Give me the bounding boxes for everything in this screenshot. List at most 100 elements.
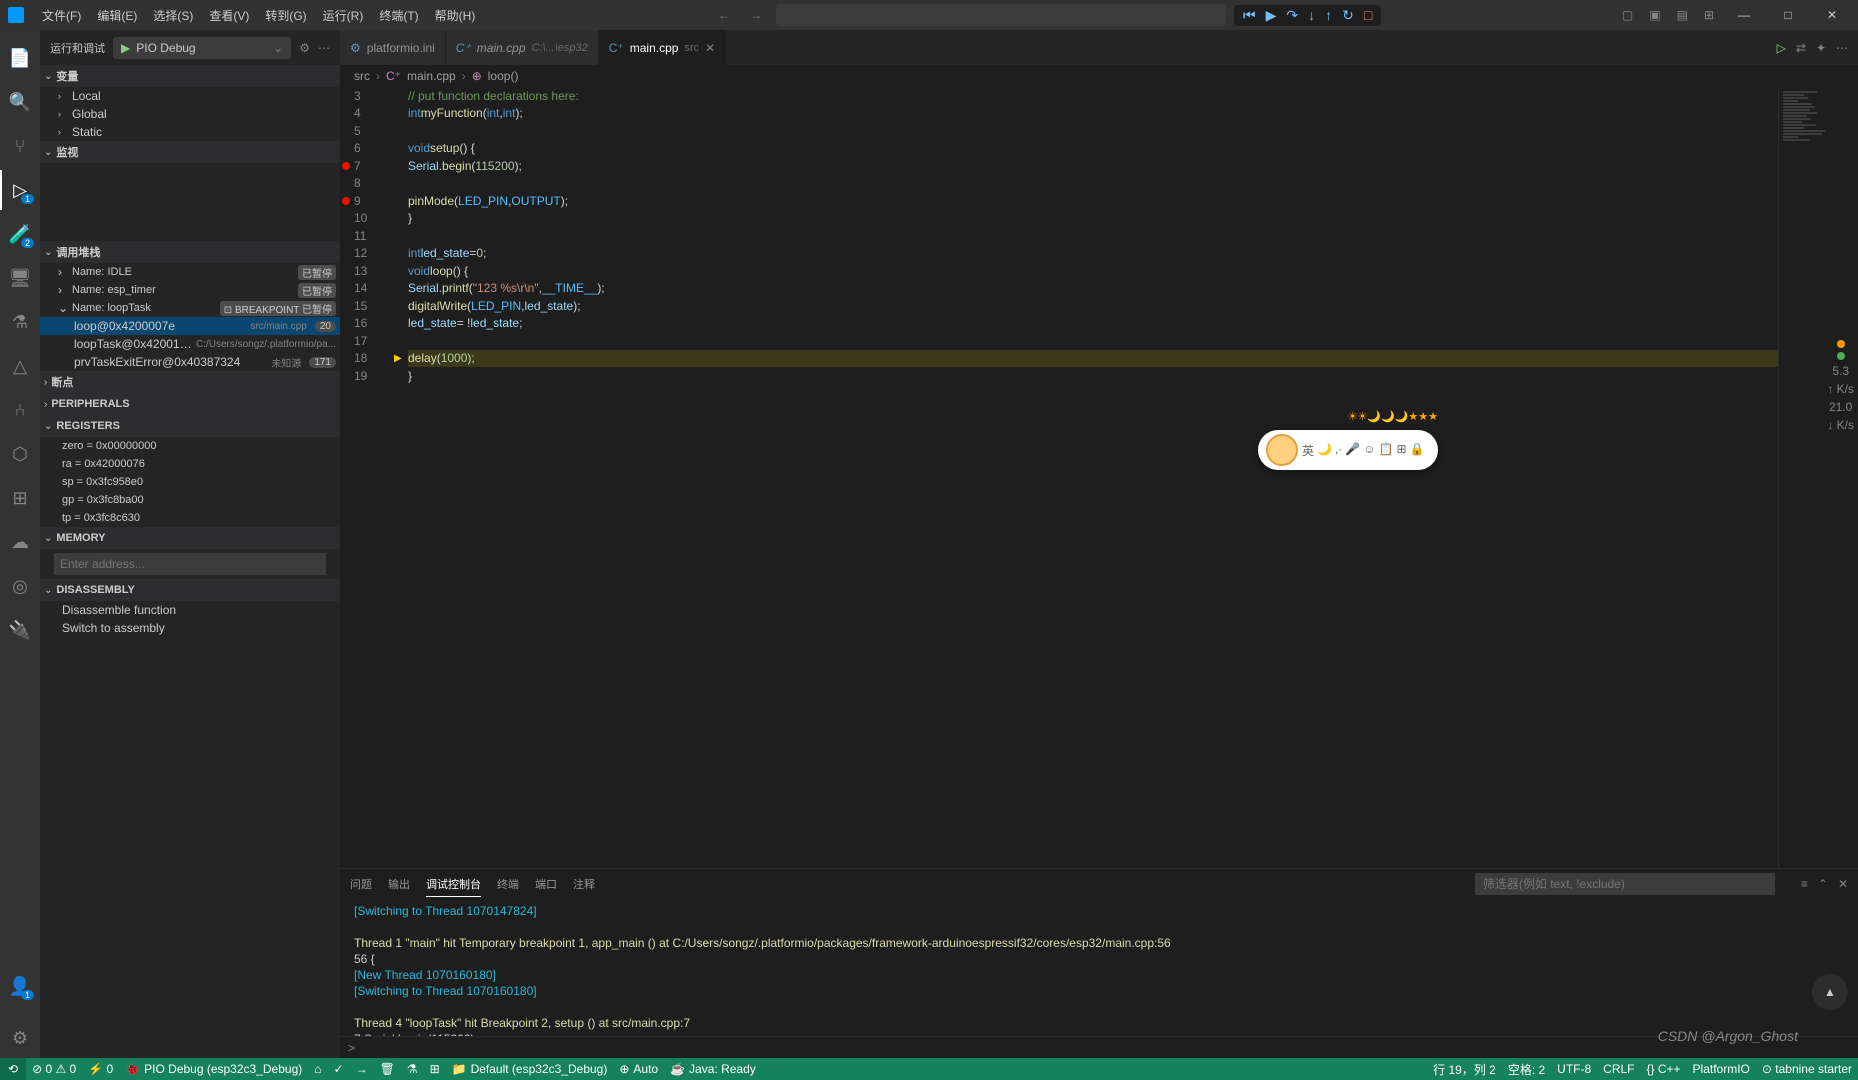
editor-tab[interactable]: ⚙platformio.ini (340, 30, 446, 65)
minimap[interactable] (1778, 87, 1858, 868)
register-item[interactable]: gp = 0x3fc8ba00 (40, 491, 340, 509)
plug-icon[interactable]: 🔌 (0, 610, 40, 650)
run-debug-icon[interactable]: ▷1 (0, 170, 40, 210)
remote-button[interactable]: ⟲ (0, 1058, 26, 1080)
debug-action-icon[interactable]: ↻ (1339, 7, 1357, 24)
command-center-input[interactable] (776, 4, 1226, 26)
cloud-icon[interactable]: ☁ (0, 522, 40, 562)
close-tab-icon[interactable]: ✕ (705, 41, 715, 55)
triangle-icon[interactable]: △ (0, 346, 40, 386)
build-icon[interactable]: → (350, 1058, 374, 1080)
register-item[interactable]: sp = 0x3fc958e0 (40, 473, 340, 491)
circle-icon[interactable]: ◎ (0, 566, 40, 606)
moon-icon[interactable]: 🌙 (1317, 442, 1332, 459)
scroll-top-button[interactable]: ▲ (1812, 974, 1848, 1010)
debug-action-icon[interactable]: ↑ (1322, 7, 1335, 23)
menu-item[interactable]: 帮助(H) (427, 0, 484, 30)
box-icon[interactable]: ⬡ (0, 434, 40, 474)
register-item[interactable]: ra = 0x42000076 (40, 455, 340, 473)
breakpoint-icon[interactable] (342, 197, 350, 205)
register-item[interactable]: zero = 0x00000000 (40, 437, 340, 455)
mic-icon[interactable]: 🎤 (1345, 442, 1360, 459)
tabnine[interactable]: ⊙ tabnine starter (1756, 1058, 1858, 1080)
smile-icon[interactable]: ☺ (1363, 442, 1375, 459)
ime-widget[interactable]: 英 🌙 ,· 🎤 ☺ 📋 ⊞ 🔒 (1258, 430, 1438, 470)
lock-icon[interactable]: 🔒 (1410, 442, 1425, 459)
editor-tab[interactable]: C⁺main.cppC:\...\esp32 (446, 30, 599, 65)
more-icon[interactable]: ⋯ (1836, 41, 1848, 55)
run-icon[interactable]: ▷ (1777, 41, 1786, 55)
debug-action-icon[interactable]: ↷ (1283, 7, 1301, 24)
variable-scope[interactable]: ›Static (40, 123, 340, 141)
check-icon[interactable]: ✓ (328, 1058, 350, 1080)
thread-item[interactable]: ⌄Name: loopTask⊡ BREAKPOINT 已暂停 (40, 299, 340, 317)
debug-config-select[interactable]: ▶ PIO Debug ⌄ (113, 37, 291, 59)
spark-icon[interactable]: ✦ (1816, 41, 1826, 55)
panel-tab[interactable]: 注释 (573, 872, 595, 896)
maximize-button[interactable]: □ (1770, 0, 1806, 30)
debug-action-icon[interactable]: ↓ (1305, 7, 1318, 23)
play-icon[interactable]: ▶ (121, 41, 130, 55)
variable-scope[interactable]: ›Local (40, 87, 340, 105)
panel-tab[interactable]: 输出 (388, 872, 410, 896)
debug-action-icon[interactable]: □ (1361, 7, 1375, 23)
remote-icon[interactable]: 🖥 (0, 258, 40, 298)
clear-icon[interactable]: ⌃ (1818, 877, 1828, 891)
editor-tab[interactable]: C⁺main.cppsrc✕ (599, 30, 726, 65)
memory-section[interactable]: ⌄MEMORY (40, 527, 340, 549)
ports-button[interactable]: ⚡ 0 (82, 1058, 119, 1080)
settings-icon[interactable]: ⚙ (0, 1018, 40, 1058)
disasm-action[interactable]: Switch to assembly (40, 619, 340, 637)
menu-item[interactable]: 编辑(E) (89, 0, 145, 30)
stack-frame[interactable]: loopTask@0x42001328C:/Users/songz/.platf… (40, 335, 340, 353)
flask-icon[interactable]: ⚗ (0, 302, 40, 342)
variable-scope[interactable]: ›Global (40, 105, 340, 123)
disassembly-section[interactable]: ⌄DISASSEMBLY (40, 579, 340, 601)
flask-icon[interactable]: ⚗ (401, 1058, 424, 1080)
layout-icon[interactable]: ▢ (1618, 8, 1637, 22)
list-icon[interactable]: ≡ (1801, 877, 1808, 891)
close-button[interactable]: ✕ (1814, 0, 1850, 30)
variables-section[interactable]: ⌄变量 (40, 65, 340, 87)
eol[interactable]: CRLF (1597, 1058, 1640, 1080)
disasm-action[interactable]: Disassemble function (40, 601, 340, 619)
code-editor[interactable]: 345678910111213141516171819 ▶ // put fun… (340, 87, 1858, 868)
trash-icon[interactable]: 🗑 (374, 1058, 401, 1080)
auto-button[interactable]: ⊕ Auto (613, 1058, 664, 1080)
clip-icon[interactable]: 📋 (1379, 442, 1394, 459)
nav-fwd-icon[interactable]: → (744, 8, 768, 22)
encoding[interactable]: UTF-8 (1551, 1058, 1597, 1080)
panel-tab[interactable]: 端口 (535, 872, 557, 896)
layout-icon[interactable]: ▣ (1645, 8, 1664, 22)
home-icon[interactable]: ⌂ (308, 1058, 327, 1080)
branch-icon[interactable]: ⑃ (0, 390, 40, 430)
breakpoints-section[interactable]: ›断点 (40, 371, 340, 393)
menu-item[interactable]: 文件(F) (34, 0, 89, 30)
thread-item[interactable]: ›Name: IDLE已暂停 (40, 263, 340, 281)
chip-icon[interactable]: ⊞ (0, 478, 40, 518)
panel-tab[interactable]: 调试控制台 (426, 872, 481, 897)
registers-section[interactable]: ⌄REGISTERS (40, 415, 340, 437)
gear-icon[interactable]: ⚙ (299, 41, 310, 55)
breakpoint-icon[interactable] (342, 162, 350, 170)
scm-icon[interactable]: ⑂ (0, 126, 40, 166)
thread-item[interactable]: ›Name: esp_timer已暂停 (40, 281, 340, 299)
menu-item[interactable]: 查看(V) (201, 0, 257, 30)
account-icon[interactable]: 👤1 (0, 966, 40, 1006)
test-icon[interactable]: 🧪2 (0, 214, 40, 254)
java-status[interactable]: ☕ Java: Ready (664, 1058, 762, 1080)
menu-item[interactable]: 终端(T) (371, 0, 426, 30)
close-panel-icon[interactable]: ✕ (1838, 877, 1848, 891)
comma-icon[interactable]: ,· (1335, 442, 1342, 459)
nav-back-icon[interactable]: ← (712, 8, 736, 22)
explorer-icon[interactable]: 📄 (0, 38, 40, 78)
panel-tab[interactable]: 终端 (497, 872, 519, 896)
debug-action-icon[interactable]: ⏮ (1240, 7, 1259, 24)
debug-action-icon[interactable]: ▶ (1263, 7, 1280, 24)
debug-target[interactable]: 🐞 PIO Debug (esp32c3_Debug) (119, 1058, 308, 1080)
register-item[interactable]: tp = 0x3fc8c630 (40, 509, 340, 527)
problems-button[interactable]: ⊘ 0 ⚠ 0 (26, 1058, 82, 1080)
search-icon[interactable]: 🔍 (0, 82, 40, 122)
callstack-section[interactable]: ⌄调用堆栈 (40, 241, 340, 263)
more-icon[interactable]: ⋯ (318, 41, 330, 55)
